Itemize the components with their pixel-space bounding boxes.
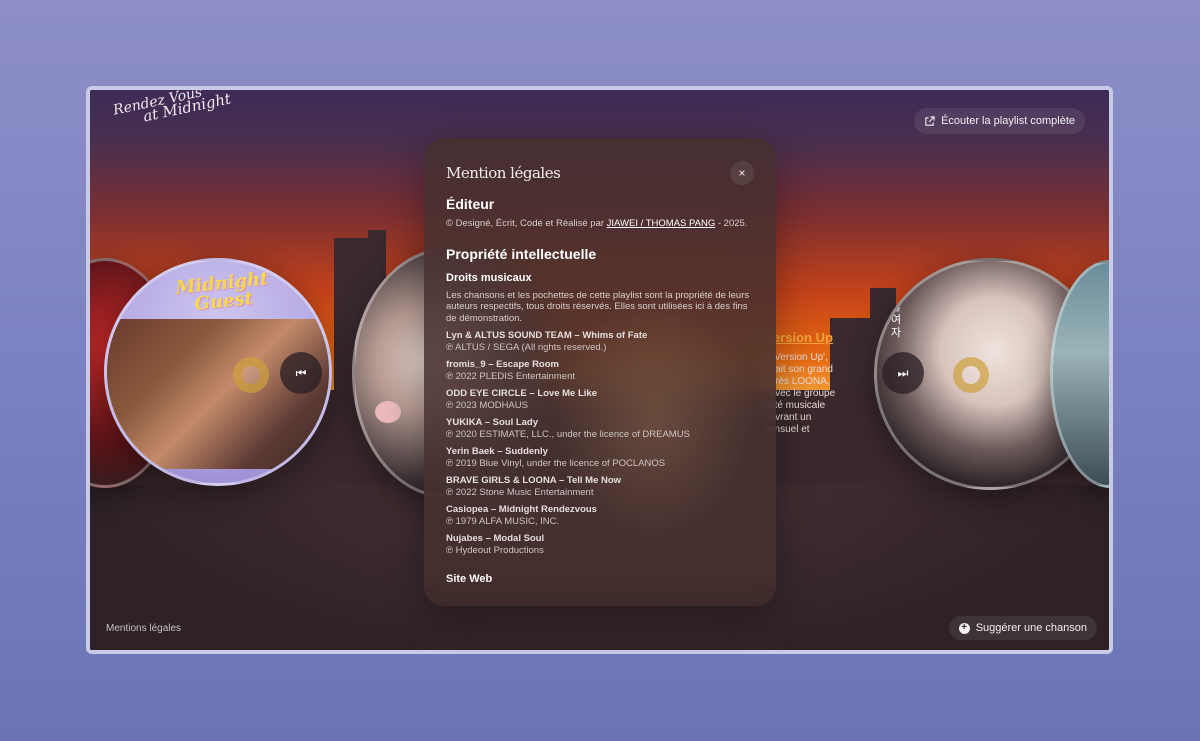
album-art-photo <box>107 319 329 469</box>
legal-notice-modal: Mention légales × Éditeur © Designé, Écr… <box>424 138 776 606</box>
building-silhouette <box>368 230 386 250</box>
modal-content[interactable]: Éditeur © Designé, Écrit, Codé et Réalis… <box>446 196 758 591</box>
music-rights-text: Les chansons et les pochettes de cette p… <box>446 289 750 324</box>
credit-item: BRAVE GIRLS & LOONA – Tell Me Now ℗ 2022… <box>446 475 758 499</box>
album-art-title: Midnight Guest <box>174 268 270 315</box>
add-icon: + <box>958 622 970 634</box>
previous-track-button[interactable]: ⏮ <box>280 352 322 394</box>
album-art-korean-title: 술여자 <box>891 301 902 339</box>
close-button[interactable]: × <box>730 161 754 185</box>
music-rights-heading: Droits musicaux <box>446 271 532 284</box>
credit-item: fromis_9 – Escape Room ℗ 2022 PLEDIS Ent… <box>446 359 758 383</box>
disc-center-hole <box>233 357 269 393</box>
skip-previous-icon: ⏮ <box>295 365 307 380</box>
credit-title: Yerin Baek – Suddenly <box>446 446 548 457</box>
credit-title: YUKIKA – Soul Lady <box>446 417 539 428</box>
credit-copyright: ℗ 2023 MODHAUS <box>446 400 528 411</box>
close-icon: × <box>738 166 746 180</box>
credit-title: Casiopea – Midnight Rendezvous <box>446 504 597 515</box>
credit-title: BRAVE GIRLS & LOONA – Tell Me Now <box>446 475 622 486</box>
disc-center-hole <box>953 357 989 393</box>
credit-copyright: ℗ 1979 ALFA MUSIC, INC. <box>446 516 560 527</box>
author-link[interactable]: JIAWEI / THOMAS PANG <box>607 218 716 229</box>
editor-text-prefix: © Designé, Écrit, Codé et Réalisé par <box>446 218 605 229</box>
credit-title: Nujabes – Modal Soul <box>446 533 545 544</box>
editor-heading: Éditeur <box>446 196 495 212</box>
credit-copyright: ℗ 2020 ESTIMATE, LLC., under the licence… <box>446 429 690 440</box>
credit-copyright: ℗ ALTUS / SEGA (All rights reserved.) <box>446 342 607 353</box>
credit-copyright: ℗ Hydeout Productions <box>446 545 544 556</box>
legal-notice-link[interactable]: Mentions légales <box>106 623 181 634</box>
external-link-icon <box>925 115 935 126</box>
credit-copyright: ℗ 2022 PLEDIS Entertainment <box>446 371 575 382</box>
modal-title: Mention légales <box>446 164 561 182</box>
album-art-photo <box>375 401 401 423</box>
listen-button-label: Écouter la playlist complète <box>941 115 1075 127</box>
credit-title: ODD EYE CIRCLE – Love Me Like <box>446 388 597 399</box>
credit-item: ODD EYE CIRCLE – Love Me Like ℗ 2023 MOD… <box>446 388 758 412</box>
credit-item: Casiopea – Midnight Rendezvous ℗ 1979 AL… <box>446 504 758 528</box>
intellectual-property-heading: Propriété intellectuelle <box>446 245 597 262</box>
scroll-fade <box>424 578 776 606</box>
editor-text-suffix: - 2025. <box>717 218 748 229</box>
credit-title: fromis_9 – Escape Room <box>446 359 559 370</box>
credit-copyright: ℗ 2019 Blue Vinyl, under the licence of … <box>446 458 666 469</box>
credit-item: Lyn & ALTUS SOUND TEAM – Whims of Fate ℗… <box>446 330 758 354</box>
credit-item: Yerin Baek – Suddenly ℗ 2019 Blue Vinyl,… <box>446 446 758 470</box>
listen-full-playlist-button[interactable]: Écouter la playlist complète <box>914 108 1085 134</box>
credit-item: Nujabes – Modal Soul ℗ Hydeout Productio… <box>446 533 758 557</box>
credit-title: Lyn & ALTUS SOUND TEAM – Whims of Fate <box>446 330 648 341</box>
suggest-song-button[interactable]: + Suggérer une chanson <box>948 616 1097 640</box>
skip-next-icon: ⏭ <box>897 365 909 380</box>
credit-item: YUKIKA – Soul Lady ℗ 2020 ESTIMATE, LLC.… <box>446 417 758 441</box>
suggest-button-label: Suggérer une chanson <box>975 622 1087 634</box>
credit-copyright: ℗ 2022 Stone Music Entertainment <box>446 487 594 498</box>
next-track-button[interactable]: ⏭ <box>882 352 924 394</box>
editor-text: © Designé, Écrit, Codé et Réalisé par JI… <box>446 218 758 230</box>
